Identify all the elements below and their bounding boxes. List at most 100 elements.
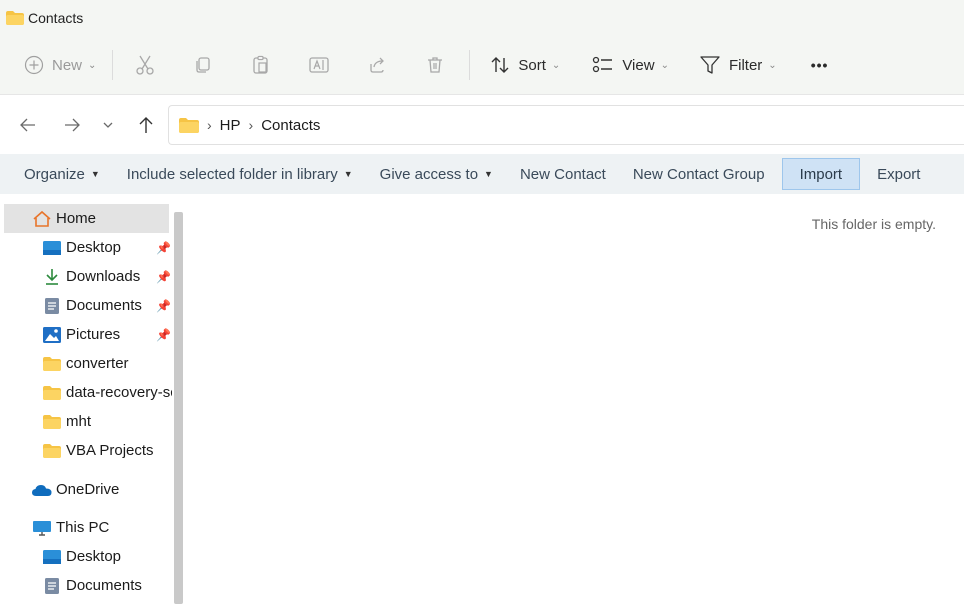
navigation-list: Home Desktop 📌 Downloads 📌 Documents 📌 P… — [0, 194, 172, 604]
filter-button[interactable]: Filter ⌄ — [699, 45, 777, 85]
export-button[interactable]: Export — [867, 158, 930, 190]
pin-icon: 📌 — [156, 327, 171, 342]
more-icon: ••• — [810, 57, 829, 73]
title-bar: Contacts — [0, 0, 964, 36]
paste-button[interactable] — [243, 45, 279, 85]
new-contact-group-label: New Contact Group — [632, 165, 765, 183]
include-label: Include selected folder in library — [126, 165, 338, 183]
new-label: New — [52, 56, 83, 74]
file-list-area[interactable]: This folder is empty. — [190, 194, 964, 604]
download-icon — [42, 268, 62, 286]
folder-icon — [42, 443, 62, 458]
breadcrumb-separator-icon: › — [248, 117, 254, 133]
copy-button[interactable] — [185, 45, 221, 85]
folder-icon — [42, 385, 62, 400]
nav-item-label: data-recovery-sc — [66, 384, 172, 401]
back-button[interactable] — [8, 105, 48, 145]
new-contact-label: New Contact — [519, 165, 606, 183]
more-options-button[interactable]: ••• — [811, 45, 829, 85]
separator — [112, 50, 114, 80]
onedrive-icon — [32, 483, 52, 497]
empty-folder-message: This folder is empty. — [811, 216, 936, 232]
organize-button[interactable]: Organize ▼ — [14, 158, 110, 190]
export-label: Export — [877, 165, 921, 183]
new-contact-button[interactable]: New Contact — [510, 158, 616, 190]
import-label: Import — [799, 165, 843, 183]
pin-icon: 📌 — [156, 269, 171, 284]
scissors-icon — [135, 54, 155, 76]
breadcrumb-contacts[interactable]: Contacts — [261, 117, 320, 134]
nav-item-mht[interactable]: mht — [4, 407, 172, 436]
window-title: Contacts — [28, 10, 84, 26]
nav-item-pc-desktop[interactable]: Desktop — [4, 542, 172, 571]
nav-item-vba-projects[interactable]: VBA Projects — [4, 436, 172, 465]
dropdown-arrow-icon: ▼ — [90, 169, 100, 179]
separator — [469, 50, 471, 80]
navigation-scrollbar[interactable] — [174, 212, 183, 604]
up-button[interactable] — [126, 105, 166, 145]
nav-item-documents[interactable]: Documents 📌 — [4, 291, 172, 320]
nav-item-pictures[interactable]: Pictures 📌 — [4, 320, 172, 349]
recent-locations-button[interactable] — [94, 105, 122, 145]
share-icon — [367, 55, 387, 75]
sort-label: Sort — [518, 56, 546, 74]
give-access-label: Give access to — [379, 165, 479, 183]
address-bar[interactable]: › HP › Contacts — [168, 105, 964, 145]
nav-item-label: Desktop — [66, 239, 122, 256]
filter-label: Filter — [728, 56, 763, 74]
home-icon — [32, 210, 52, 228]
nav-item-desktop[interactable]: Desktop 📌 — [4, 233, 172, 262]
desktop-folder-icon — [42, 549, 62, 564]
nav-item-label: Documents — [66, 297, 142, 314]
chevron-down-icon: ⌄ — [660, 59, 669, 71]
folder-icon — [42, 414, 62, 429]
arrow-left-icon — [19, 117, 37, 133]
nav-item-home[interactable]: Home — [4, 204, 169, 233]
include-in-library-button[interactable]: Include selected folder in library ▼ — [117, 158, 363, 190]
share-button[interactable] — [359, 45, 395, 85]
pin-icon: 📌 — [156, 240, 171, 255]
nav-item-onedrive[interactable]: OneDrive — [4, 475, 172, 504]
nav-item-data-recovery[interactable]: data-recovery-sc — [4, 378, 172, 407]
rename-icon — [308, 55, 330, 75]
nav-item-label: VBA Projects — [66, 442, 154, 459]
nav-item-label: Home — [56, 210, 97, 227]
pictures-icon — [42, 326, 62, 343]
address-row: › HP › Contacts — [0, 94, 964, 154]
command-bar: New ⌄ Sort ⌄ View ⌄ Filter ⌄ ••• — [0, 36, 964, 94]
nav-item-downloads[interactable]: Downloads 📌 — [4, 262, 172, 291]
folder-icon — [42, 356, 62, 371]
delete-button[interactable] — [417, 45, 453, 85]
nav-item-label: mht — [66, 413, 92, 430]
dropdown-arrow-icon: ▼ — [484, 169, 493, 179]
breadcrumb-hp[interactable]: HP — [220, 117, 241, 134]
nav-item-label: converter — [66, 355, 129, 372]
dropdown-arrow-icon: ▼ — [343, 169, 353, 179]
clipboard-icon — [251, 55, 271, 75]
new-contact-group-button[interactable]: New Contact Group — [623, 158, 775, 190]
view-list-icon — [592, 56, 614, 74]
navigation-pane: Home Desktop 📌 Downloads 📌 Documents 📌 P… — [0, 194, 190, 604]
nav-item-label: Pictures — [66, 326, 121, 343]
ribbon-toolbar: Organize ▼ Include selected folder in li… — [0, 154, 964, 194]
forward-button[interactable] — [52, 105, 92, 145]
view-button[interactable]: View ⌄ — [592, 45, 669, 85]
import-button[interactable]: Import — [781, 158, 861, 190]
nav-item-this-pc[interactable]: This PC — [4, 513, 172, 542]
filter-icon — [699, 55, 721, 75]
nav-item-converter[interactable]: converter — [4, 349, 172, 378]
sort-button[interactable]: Sort ⌄ — [490, 45, 560, 85]
sort-icon — [490, 56, 510, 74]
copy-icon — [193, 55, 213, 75]
nav-item-pc-documents[interactable]: Documents — [4, 571, 172, 600]
arrow-right-icon — [63, 117, 81, 133]
folder-icon — [179, 117, 199, 133]
cut-button[interactable] — [127, 45, 163, 85]
new-button[interactable]: New ⌄ — [24, 45, 96, 85]
chevron-down-icon — [102, 120, 114, 130]
give-access-button[interactable]: Give access to ▼ — [370, 158, 503, 190]
nav-item-label: Documents — [66, 577, 142, 594]
nav-item-label: Desktop — [66, 548, 122, 565]
chevron-down-icon: ⌄ — [551, 59, 561, 71]
rename-button[interactable] — [301, 45, 337, 85]
